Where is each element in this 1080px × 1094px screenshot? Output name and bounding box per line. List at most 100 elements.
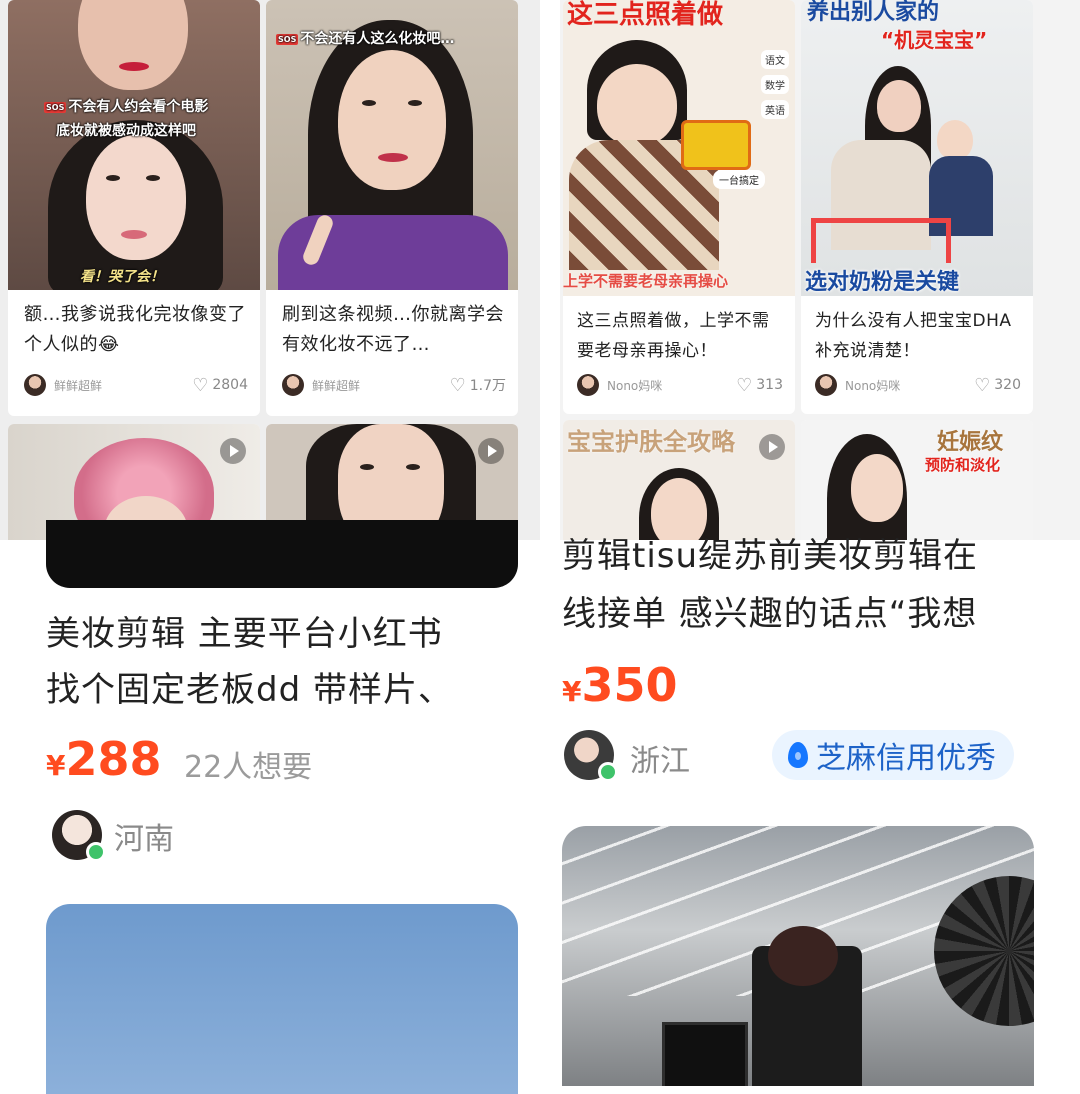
author-name[interactable]: 鲜鲜超鲜 [54,377,192,394]
like-count: 313 [756,377,783,393]
currency-symbol: ¥ [46,749,66,782]
face-top [78,0,188,90]
child-face [937,120,973,160]
seller-avatar[interactable] [52,810,106,862]
note-thumbnail[interactable]: 这三点照着做 语文 数学 英语 一台搞定 上学不需要老母亲再操心 [563,0,795,296]
price-amount: 350 [581,658,678,712]
mother-face [877,80,921,132]
note-title[interactable]: 刷到这条视频…你就离学会有效化妆不远了… [282,300,506,360]
eye [406,464,420,470]
note-thumbnail[interactable]: 养出别人家的 “机灵宝宝” 选对奶粉是关键 [801,0,1033,296]
listing-title-line1[interactable]: 剪辑tisu缇苏前美妆剪辑在 [562,528,978,584]
note-card[interactable]: 宝宝护肤全攻略 [563,420,795,540]
listing-price: ¥288 [46,732,162,786]
tag: 英语 [761,100,789,119]
online-status-dot [598,762,618,782]
eye [106,175,120,181]
seller-location: 浙江 [630,744,690,779]
note-thumbnail[interactable]: SOS 不会还有人这么化妆吧… [266,0,518,290]
note-card[interactable]: 养出别人家的 “机灵宝宝” 选对奶粉是关键 为什么没有人把宝宝DHA补充说清楚！… [801,0,1033,414]
overlay-chip: 一台搞定 [713,170,765,189]
note-card[interactable]: SOS 不会还有人这么化妆吧… 刷到这条视频…你就离学会有效化妆不远了… 鲜鲜超鲜… [266,0,518,416]
overlay-bottom-caption: 看！哭了会！ [80,269,164,285]
note-title[interactable]: 为什么没有人把宝宝DHA补充说清楚！ [815,306,1021,366]
lips [119,62,149,71]
sos-badge: SOS [276,33,299,45]
face [338,50,446,190]
currency-symbol: ¥ [562,675,582,708]
camera-mic [768,926,838,986]
next-listing-image[interactable] [562,826,1034,1086]
note-meta: 鲜鲜超鲜 ♡ 2804 [24,374,248,396]
overlay-headline: 这三点照着做 [567,0,724,30]
note-meta: Nono妈咪 ♡ 320 [815,374,1021,396]
like-count: 320 [994,377,1021,393]
price-amount: 288 [65,732,162,786]
left-screenshot-panel: SOS 不会有人约会看个电影 底妆就被感动成这样吧 看！哭了会！ 额…我爹说我化完… [0,0,540,540]
note-thumbnail[interactable]: SOS 不会有人约会看个电影 底妆就被感动成这样吧 看！哭了会！ [8,0,260,290]
credit-label: 芝麻信用优秀 [816,741,996,776]
overlay-headline-2: 预防和淡化 [925,456,1001,474]
lips [378,153,408,162]
face-bottom [86,135,186,260]
play-icon[interactable] [759,434,785,460]
heart-icon[interactable]: ♡ [192,375,208,396]
overlay-bottom-banner: 选对奶粉是关键 [805,270,960,295]
overlay-headline: 宝宝护肤全攻略 [567,428,735,456]
eye [360,464,374,470]
overlay-bottom-banner: 上学不需要老母亲再操心 [563,272,729,290]
eye [146,175,160,181]
play-icon[interactable] [220,438,246,464]
listing-price: ¥350 [562,658,678,712]
overlay-headline-2: “机灵宝宝” [881,28,988,52]
right-screenshot-panel: 这三点照着做 语文 数学 英语 一台搞定 上学不需要老母亲再操心 这三点照着做，… [560,0,1080,540]
note-thumbnail[interactable]: 宝宝护肤全攻略 [563,420,795,540]
note-title[interactable]: 这三点照着做，上学不需要老母亲再操心！ [577,306,783,366]
note-meta: Nono妈咪 ♡ 313 [577,374,783,396]
seller-location: 河南 [114,822,174,857]
author-avatar[interactable] [577,374,599,396]
zhima-credit-icon [788,742,808,768]
overlay-caption: SOS 不会有人约会看个电影 [44,99,209,115]
overlay-headline: 养出别人家的 [807,0,940,25]
play-icon[interactable] [478,438,504,464]
author-avatar[interactable] [282,374,304,396]
eye [408,100,422,106]
heart-icon[interactable]: ♡ [974,375,990,396]
toy-camera [681,120,751,170]
want-count: 22人想要 [184,750,313,785]
listing-title-line1[interactable]: 美妆剪辑 主要平台小红书 [46,606,443,662]
toy-table [811,218,951,263]
credit-badge: 芝麻信用优秀 [772,730,1014,780]
lips [121,230,147,239]
author-avatar[interactable] [815,374,837,396]
tag: 数学 [761,75,789,94]
note-card[interactable]: 妊娠纹 预防和淡化 [801,420,1033,540]
author-avatar[interactable] [24,374,46,396]
seller-avatar[interactable] [564,730,618,782]
note-title[interactable]: 额…我爹说我化完妆像变了个人似的😂 [24,300,248,360]
tag: 语文 [761,50,789,69]
online-status-dot [86,842,106,862]
heart-icon[interactable]: ♡ [450,375,466,396]
note-thumbnail[interactable]: 妊娠纹 预防和淡化 [801,420,1033,540]
sos-badge: SOS [44,101,67,113]
overlay-caption-2: 底妆就被感动成这样吧 [56,123,196,139]
note-card[interactable]: SOS 不会有人约会看个电影 底妆就被感动成这样吧 看！哭了会！ 额…我爹说我化完… [8,0,260,416]
heart-icon[interactable]: ♡ [736,375,752,396]
camera-monitor [662,1022,748,1086]
note-meta: 鲜鲜超鲜 ♡ 1.7万 [282,374,506,396]
overlay-caption: SOS 不会还有人这么化妆吧… [276,31,455,47]
tag-list: 语文 数学 英语 [761,50,789,119]
like-count: 1.7万 [469,378,506,394]
author-name[interactable]: 鲜鲜超鲜 [312,377,450,394]
overlay-headline: 妊娠纹 [937,430,1004,455]
next-listing-image[interactable] [46,904,518,1094]
listing-image-bottom-edge[interactable] [46,520,518,588]
author-name[interactable]: Nono妈咪 [845,377,974,394]
like-count: 2804 [212,377,248,393]
author-name[interactable]: Nono妈咪 [607,377,736,394]
listing-title-line2[interactable]: 线接单 感兴趣的话点“我想 [562,586,977,642]
note-card[interactable]: 这三点照着做 语文 数学 英语 一台搞定 上学不需要老母亲再操心 这三点照着做，… [563,0,795,414]
listing-title-line2[interactable]: 找个固定老板dd 带样片、 [46,662,453,718]
